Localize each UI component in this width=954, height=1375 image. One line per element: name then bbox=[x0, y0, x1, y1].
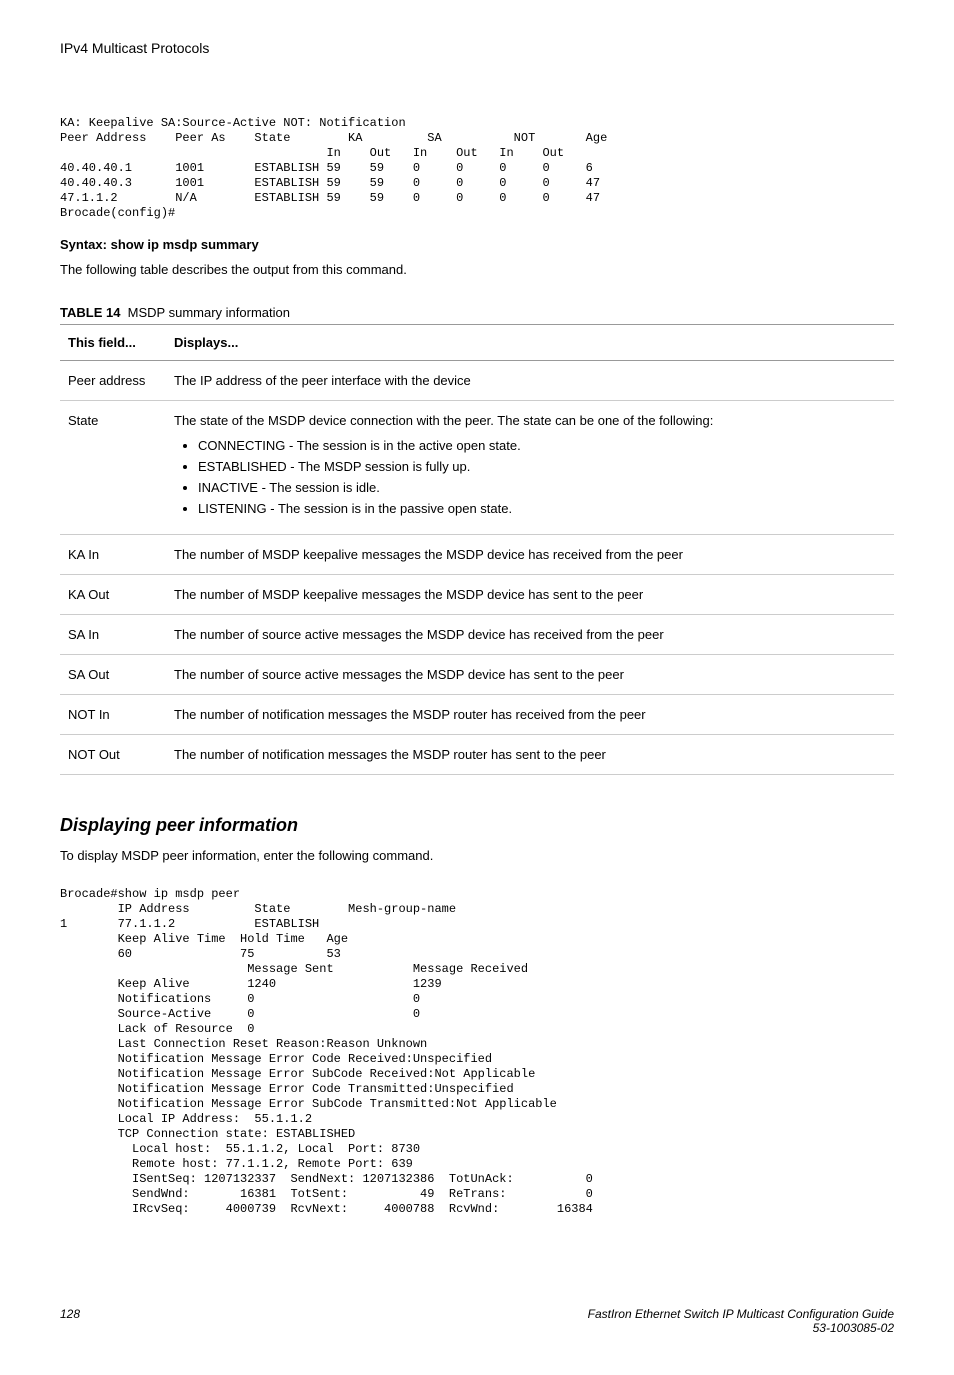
displays-cell: The number of MSDP keepalive messages th… bbox=[166, 535, 894, 575]
field-cell: KA Out bbox=[60, 575, 166, 615]
table-row: SA InThe number of source active message… bbox=[60, 615, 894, 655]
syntax-label: Syntax: bbox=[60, 237, 107, 252]
doc-number: 53-1003085-02 bbox=[588, 1321, 894, 1335]
field-cell: Peer address bbox=[60, 361, 166, 401]
section-intro: To display MSDP peer information, enter … bbox=[60, 848, 894, 863]
displays-cell: The number of notification messages the … bbox=[166, 735, 894, 775]
syntax-line: Syntax: show ip msdp summary bbox=[60, 237, 894, 252]
section-heading: Displaying peer information bbox=[60, 815, 894, 836]
table-row: KA InThe number of MSDP keepalive messag… bbox=[60, 535, 894, 575]
doc-title: FastIron Ethernet Switch IP Multicast Co… bbox=[588, 1307, 894, 1321]
field-cell: NOT In bbox=[60, 695, 166, 735]
table-caption: TABLE 14 MSDP summary information bbox=[60, 305, 894, 320]
displays-cell: The number of source active messages the… bbox=[166, 615, 894, 655]
page-header: IPv4 Multicast Protocols bbox=[60, 40, 894, 56]
cli-output-peer: Brocade#show ip msdp peer IP Address Sta… bbox=[60, 887, 894, 1217]
displays-cell: The IP address of the peer interface wit… bbox=[166, 361, 894, 401]
table-row: NOT OutThe number of notification messag… bbox=[60, 735, 894, 775]
field-cell: State bbox=[60, 401, 166, 535]
field-cell: SA Out bbox=[60, 655, 166, 695]
table-row: StateThe state of the MSDP device connec… bbox=[60, 401, 894, 535]
table-row: KA OutThe number of MSDP keepalive messa… bbox=[60, 575, 894, 615]
displays-cell: The number of notification messages the … bbox=[166, 695, 894, 735]
page-number: 128 bbox=[60, 1307, 80, 1335]
state-bullet-list: CONNECTING - The session is in the activ… bbox=[174, 438, 886, 516]
displays-cell: The state of the MSDP device connection … bbox=[166, 401, 894, 535]
table-caption-text: MSDP summary information bbox=[128, 305, 290, 320]
table-body: Peer addressThe IP address of the peer i… bbox=[60, 361, 894, 775]
list-item: CONNECTING - The session is in the activ… bbox=[198, 438, 886, 453]
field-cell: KA In bbox=[60, 535, 166, 575]
table-row: Peer addressThe IP address of the peer i… bbox=[60, 361, 894, 401]
msdp-summary-table: This field... Displays... Peer addressTh… bbox=[60, 324, 894, 775]
table-row: NOT InThe number of notification message… bbox=[60, 695, 894, 735]
cli-output-summary: KA: Keepalive SA:Source-Active NOT: Noti… bbox=[60, 116, 894, 221]
list-item: LISTENING - The session is in the passiv… bbox=[198, 501, 886, 516]
col-header-displays: Displays... bbox=[166, 325, 894, 361]
list-item: ESTABLISHED - The MSDP session is fully … bbox=[198, 459, 886, 474]
displays-cell: The number of MSDP keepalive messages th… bbox=[166, 575, 894, 615]
col-header-field: This field... bbox=[60, 325, 166, 361]
syntax-command: show ip msdp summary bbox=[111, 237, 259, 252]
field-cell: NOT Out bbox=[60, 735, 166, 775]
list-item: INACTIVE - The session is idle. bbox=[198, 480, 886, 495]
page-footer: 128 FastIron Ethernet Switch IP Multicas… bbox=[60, 1307, 894, 1335]
table-row: SA OutThe number of source active messag… bbox=[60, 655, 894, 695]
field-cell: SA In bbox=[60, 615, 166, 655]
table-intro-text: The following table describes the output… bbox=[60, 262, 894, 277]
table-caption-label: TABLE 14 bbox=[60, 305, 120, 320]
displays-cell: The number of source active messages the… bbox=[166, 655, 894, 695]
